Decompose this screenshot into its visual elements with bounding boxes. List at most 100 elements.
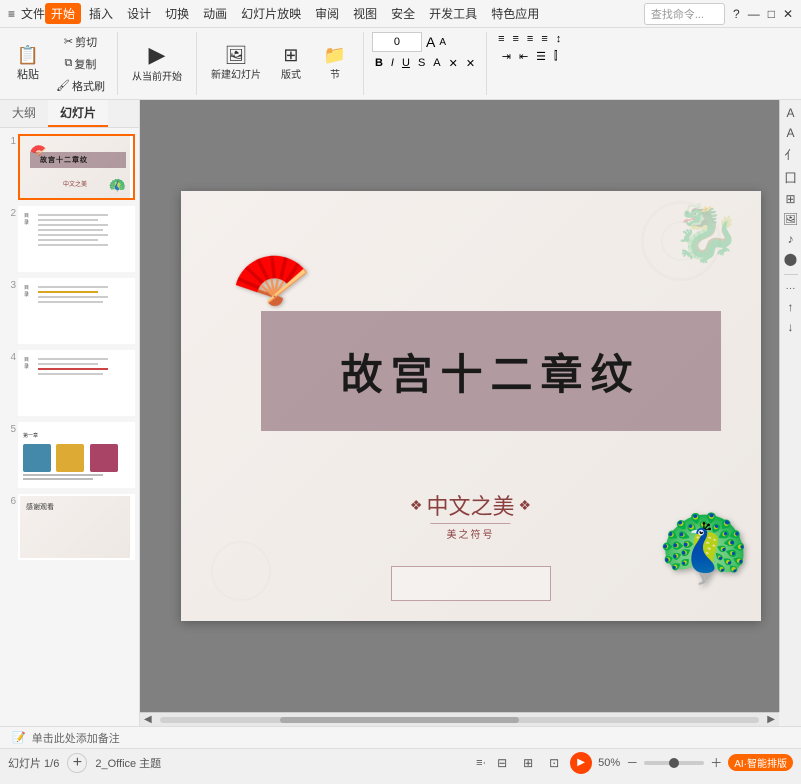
cut-button[interactable]: ✂ 剪切 (52, 32, 109, 52)
shadow-button[interactable]: A (430, 56, 443, 71)
main-area: 大纲 幻灯片 1 故宫十二章纹 中文之美 🪭 🦚 (0, 100, 801, 726)
scroll-right-btn[interactable]: ▶ (763, 714, 779, 725)
slide-thumb-1[interactable]: 故宫十二章纹 中文之美 🪭 🦚 (18, 134, 135, 200)
minimize-btn[interactable]: — (748, 7, 760, 21)
bold-button[interactable]: B (372, 56, 386, 71)
layout-button[interactable]: ⊞ 版式 (271, 42, 311, 85)
italic-button[interactable]: I (388, 56, 397, 71)
close-btn[interactable]: ✕ (783, 7, 793, 21)
slide-item-5[interactable]: 5 第一章 (4, 422, 135, 488)
zoom-thumb[interactable] (669, 758, 679, 768)
right-tool-10[interactable]: ↑ (788, 300, 794, 314)
right-tool-11[interactable]: ↓ (788, 320, 794, 334)
strikethrough2-button[interactable]: ✕ (446, 56, 461, 71)
ai-badge[interactable]: AI·智能排版 (728, 754, 793, 771)
scrollbar-thumb[interactable] (280, 717, 520, 723)
format-icon: 🖌 (56, 79, 70, 92)
menu-switch[interactable]: 切换 (159, 3, 195, 24)
slide-item-3[interactable]: 3 目录 (4, 278, 135, 344)
format-label: 格式刷 (72, 78, 105, 94)
zoom-out-btn[interactable]: － (626, 754, 638, 771)
align-right-icon[interactable]: ≡ (524, 32, 536, 46)
right-tool-2[interactable]: A (786, 126, 794, 140)
play-slideshow-btn[interactable]: ▶ (570, 752, 592, 774)
right-tool-7[interactable]: ♪ (788, 232, 794, 246)
slide-thumb-2[interactable]: 目录 (18, 206, 135, 272)
line-height-icon[interactable]: ↕ (553, 32, 565, 46)
scroll-left-btn[interactable]: ◀ (140, 714, 156, 725)
underline-button[interactable]: U (399, 56, 413, 71)
menu-special[interactable]: 特色应用 (485, 3, 545, 24)
h-scrollbar[interactable]: ◀ ▶ (140, 712, 779, 726)
notes-bar[interactable]: 📝 单击此处添加备注 (0, 726, 801, 748)
paste-button[interactable]: 📋 粘贴 (8, 42, 48, 86)
align-center-icon[interactable]: ≡ (509, 32, 521, 46)
view-grid-btn[interactable]: ⊞ (518, 753, 538, 773)
section-button[interactable]: 📁 节 (315, 42, 355, 85)
right-tool-9[interactable]: ··· (786, 283, 796, 294)
add-slide-btn[interactable]: + (67, 753, 87, 773)
slide-item-1[interactable]: 1 故宫十二章纹 中文之美 🪭 🦚 (4, 134, 135, 200)
slide-bottom-box[interactable] (391, 566, 551, 601)
outdent-icon[interactable]: ⇤ (516, 49, 531, 64)
new-slide-icon: 🖼 (225, 46, 248, 64)
slide-item-4[interactable]: 4 目录 (4, 350, 135, 416)
align-justify-icon[interactable]: ≡ (538, 32, 550, 46)
title-bar-left: ≡ 文件 (8, 5, 45, 22)
new-slide-button[interactable]: 🖼 新建幻灯片 (205, 42, 267, 85)
help-icon[interactable]: ? (733, 7, 740, 21)
right-tool-6[interactable]: 🖼 (783, 212, 798, 226)
slide-num-6: 6 (2, 496, 16, 507)
menu-view[interactable]: 视图 (347, 3, 383, 24)
slide-item-2[interactable]: 2 目录 (4, 206, 135, 272)
menu-insert[interactable]: 插入 (83, 3, 119, 24)
slide-item-6[interactable]: 6 感谢观看 (4, 494, 135, 560)
x2-button[interactable]: ✕ (463, 56, 478, 71)
zoom-slider[interactable] (644, 761, 704, 765)
search-box[interactable]: 查找命令... (644, 3, 725, 25)
text-dir-icon[interactable]: ☰ (533, 49, 549, 64)
maximize-btn[interactable]: □ (768, 7, 775, 21)
strike-button[interactable]: S (415, 56, 428, 71)
notes-placeholder[interactable]: 单击此处添加备注 (32, 730, 120, 746)
font-size-input[interactable] (372, 32, 422, 52)
play-icon: ▶ (149, 44, 166, 66)
file-menu[interactable]: 文件 (21, 5, 45, 22)
menu-slideshow[interactable]: 幻灯片放映 (235, 3, 307, 24)
font-size-down[interactable]: A (439, 37, 446, 48)
align-left-icon[interactable]: ≡ (495, 32, 507, 46)
slide-thumb-6[interactable]: 感谢观看 (18, 494, 135, 560)
scrollbar-track (160, 717, 760, 723)
copy-button[interactable]: ⧉ 复制 (52, 54, 109, 74)
menu-review[interactable]: 审阅 (309, 3, 345, 24)
cut-icon: ✂ (64, 35, 73, 48)
menu-security[interactable]: 安全 (385, 3, 421, 24)
right-tool-4[interactable]: 囗 (784, 169, 796, 186)
format-button[interactable]: 🖌 格式刷 (52, 76, 109, 96)
font-size-up[interactable]: A (426, 34, 435, 50)
slide-title-box[interactable]: 故宫十二章纹 (261, 311, 721, 431)
slide-num-1: 1 (2, 136, 16, 147)
indent-icon[interactable]: ⇥ (499, 49, 514, 64)
paste-icon: 📋 (17, 46, 39, 64)
menu-animate[interactable]: 动画 (197, 3, 233, 24)
right-tool-3[interactable]: 亻 (784, 146, 796, 163)
cols-icon[interactable]: ⫿ (551, 49, 561, 64)
start-button[interactable]: ▶ 从当前开始 (126, 40, 188, 87)
right-tool-1[interactable]: A (786, 106, 794, 120)
view-normal-btn[interactable]: ⊟ (492, 753, 512, 773)
view-read-btn[interactable]: ⊡ (544, 753, 564, 773)
tab-outline[interactable]: 大纲 (0, 100, 48, 127)
slide-subtitle: 中文之美 (426, 489, 514, 521)
right-tool-5[interactable]: ⊞ (785, 192, 795, 206)
slide-thumb-5[interactable]: 第一章 (18, 422, 135, 488)
slide-thumb-3[interactable]: 目录 (18, 278, 135, 344)
menu-design[interactable]: 设计 (121, 3, 157, 24)
right-tool-8[interactable]: ⬤ (784, 252, 797, 266)
tab-slides[interactable]: 幻灯片 (48, 100, 108, 127)
zoom-in-btn[interactable]: ＋ (710, 754, 722, 771)
menu-kaishi[interactable]: 开始 (45, 3, 81, 24)
slide-thumb-4[interactable]: 目录 (18, 350, 135, 416)
slide-canvas[interactable]: 🐉 🪭 故宫十二章纹 🦚 ❖ 中文之美 ❖ 美之符 (181, 191, 761, 621)
menu-dev[interactable]: 开发工具 (423, 3, 483, 24)
